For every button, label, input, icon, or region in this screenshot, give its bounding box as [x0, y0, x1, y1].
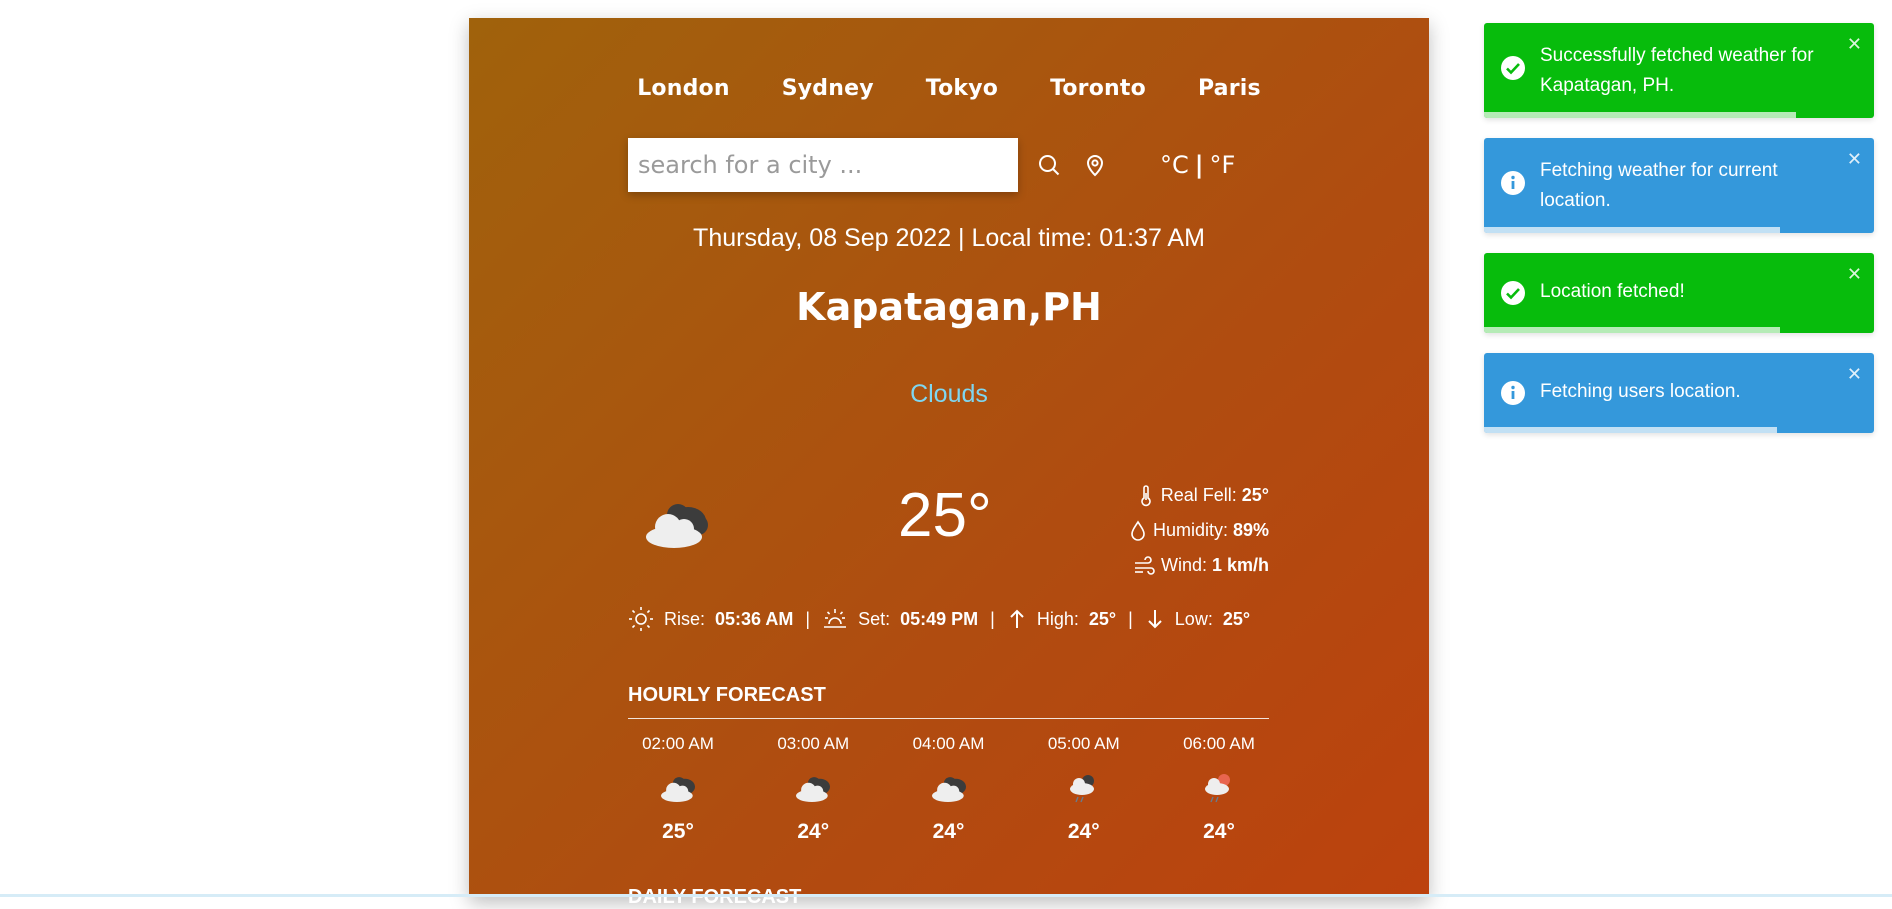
separator: |	[805, 608, 811, 629]
rain-day-icon	[1201, 772, 1237, 810]
search-row: °C|°F	[628, 138, 1235, 192]
hourly-item: 05:00 AM 24°	[1034, 734, 1134, 844]
celsius-button[interactable]: °C	[1160, 151, 1189, 179]
rain-night-icon	[1066, 772, 1102, 810]
real-feel-row: Real Fell: 25°	[1129, 478, 1269, 513]
toast-success: Successfully fetched weather for Kapatag…	[1484, 23, 1874, 118]
sunset-icon	[824, 609, 847, 628]
unit-separator: |	[1194, 151, 1204, 179]
current-temperature: 25°	[898, 481, 992, 550]
wind-label: Wind:	[1160, 555, 1207, 575]
location-title: Kapatagan,PH	[796, 285, 1102, 329]
fahrenheit-button[interactable]: °F	[1210, 151, 1236, 179]
search-icon[interactable]	[1026, 138, 1072, 192]
low-value: 25°	[1222, 608, 1251, 629]
hour-temp: 24°	[932, 820, 965, 843]
city-nav: London Sydney Tokyo Toronto Paris	[469, 76, 1429, 101]
low-label: Low:	[1174, 608, 1213, 629]
hour-time: 02:00 AM	[642, 734, 714, 753]
local-datetime: Thursday, 08 Sep 2022 | Local time: 01:3…	[693, 224, 1205, 252]
close-icon[interactable]: ✕	[1847, 29, 1862, 59]
close-icon[interactable]: ✕	[1847, 359, 1862, 389]
current-weather: 25° Real Fell: 25° Humidity: 89% Wind: 1 km…	[628, 470, 1269, 582]
separator: |	[1128, 608, 1133, 629]
toast-progress-bar	[1484, 112, 1796, 118]
hour-time: 03:00 AM	[777, 734, 850, 753]
arrow-down-icon	[1148, 610, 1162, 629]
hour-temp: 25°	[662, 820, 694, 843]
toast-info: Fetching weather for current location. ✕	[1484, 138, 1874, 233]
hourly-item: 03:00 AM 24°	[763, 734, 863, 844]
low-temp: Low: 25°	[1145, 608, 1250, 630]
hour-temp: 24°	[1067, 820, 1100, 843]
weather-condition: Clouds	[910, 380, 988, 408]
humidity-value: 89%	[1232, 520, 1269, 540]
rise-label: Rise:	[664, 608, 706, 629]
hour-temp: 24°	[1203, 820, 1235, 843]
toast-message: Successfully fetched weather for Kapatag…	[1540, 45, 1814, 96]
check-circle-icon	[1500, 55, 1526, 91]
high-temp: High: 25°	[1007, 608, 1116, 630]
city-link-tokyo[interactable]: Tokyo	[900, 76, 1024, 101]
info-circle-icon	[1500, 170, 1526, 206]
sun-temp-row: Rise: 05:36 AM | Set: 05:49 PM | High: 25° …	[628, 606, 1269, 632]
hour-temp: 24°	[797, 820, 830, 843]
arrow-up-icon	[1010, 609, 1024, 628]
toast-info: Fetching users location. ✕	[1484, 353, 1874, 433]
location-pin-icon[interactable]	[1072, 138, 1118, 192]
hour-time: 04:00 AM	[912, 734, 985, 753]
high-value: 25°	[1088, 608, 1117, 629]
hourly-forecast: 02:00 AM 25° 03:00 AM 24° 04:00 AM 24° 0…	[628, 734, 1269, 844]
city-link-toronto[interactable]: Toronto	[1024, 76, 1172, 101]
city-link-paris[interactable]: Paris	[1172, 76, 1287, 101]
toast-progress-bar	[1484, 427, 1777, 433]
sunrise: Rise: 05:36 AM	[628, 606, 793, 632]
hourly-item: 04:00 AM 24°	[899, 734, 999, 844]
hour-time: 06:00 AM	[1183, 734, 1255, 753]
toast-message: Fetching users location.	[1540, 381, 1741, 402]
sunset: Set: 05:49 PM	[822, 606, 978, 632]
humidity-row: Humidity: 89%	[1129, 513, 1269, 548]
toast-success: Location fetched! ✕	[1484, 253, 1874, 333]
broken-clouds-icon	[656, 772, 700, 810]
city-link-london[interactable]: London	[611, 76, 756, 101]
close-icon[interactable]: ✕	[1847, 259, 1862, 289]
hourly-item: 02:00 AM 25°	[628, 734, 728, 844]
humidity-label: Humidity:	[1152, 520, 1228, 540]
broken-clouds-icon	[638, 495, 714, 559]
divider	[628, 718, 1269, 719]
wind-icon	[1134, 555, 1155, 575]
city-link-sydney[interactable]: Sydney	[756, 76, 900, 101]
set-label: Set:	[858, 608, 891, 629]
broken-clouds-icon	[927, 772, 971, 810]
weather-card: London Sydney Tokyo Toronto Paris °C|°F …	[469, 18, 1429, 908]
daily-forecast-title: DAILY FORECAST	[628, 886, 802, 908]
unit-toggle: °C | °F	[1160, 151, 1235, 179]
toast-message: Fetching weather for current location.	[1540, 160, 1778, 211]
real-feel-value: 25°	[1241, 485, 1269, 505]
search-input[interactable]	[628, 138, 1018, 192]
wind-value: 1 km/h	[1211, 555, 1269, 575]
separator: |	[990, 608, 995, 629]
droplet-icon	[1131, 520, 1145, 541]
check-circle-icon	[1500, 280, 1526, 316]
toast-message: Location fetched!	[1540, 281, 1685, 302]
sun-icon	[629, 607, 653, 631]
wind-row: Wind: 1 km/h	[1129, 548, 1269, 583]
close-icon[interactable]: ✕	[1847, 144, 1862, 174]
broken-clouds-icon	[791, 772, 835, 810]
hour-time: 05:00 AM	[1047, 734, 1120, 753]
hourly-forecast-title: HOURLY FORECAST	[628, 684, 826, 706]
rise-value: 05:36 AM	[715, 608, 794, 629]
high-label: High:	[1036, 608, 1079, 629]
info-circle-icon	[1500, 380, 1526, 416]
real-feel-label: Real Fell:	[1160, 485, 1237, 505]
thermometer-icon	[1140, 484, 1151, 506]
toast-progress-bar	[1484, 227, 1781, 233]
toast-progress-bar	[1484, 327, 1781, 333]
hourly-item: 06:00 AM 24°	[1169, 734, 1269, 844]
set-value: 05:49 PM	[900, 608, 979, 629]
weather-details: Real Fell: 25° Humidity: 89% Wind: 1 km/h	[1129, 478, 1269, 583]
